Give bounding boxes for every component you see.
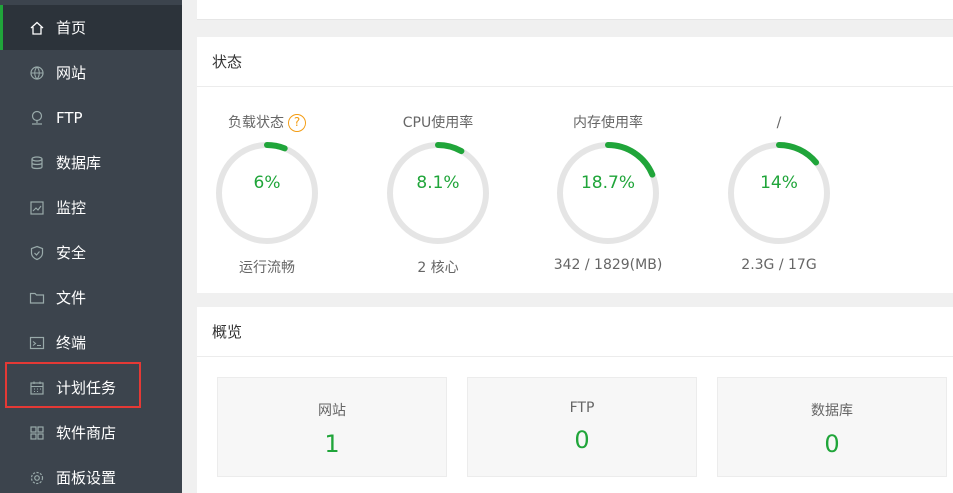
gauge-label: CPU使用率 (402, 115, 474, 131)
gauge-ring (387, 142, 489, 244)
overview-count[interactable]: 0 (718, 430, 946, 458)
highlight-annotation-box (5, 362, 141, 408)
sidebar-item-panel-settings[interactable]: 面板设置 (0, 455, 182, 493)
top-info-bar (197, 0, 953, 20)
sidebar: 首页 网站 FTP 数据库 监控 安全 文件 终端 计划任务 软件商店 面板设置 (0, 0, 182, 493)
overview-box-website[interactable]: 网站 1 (217, 377, 447, 477)
overview-box-database[interactable]: 数据库 0 (717, 377, 947, 477)
overview-label: FTP (569, 400, 595, 416)
overview-label: 数据库 (811, 403, 853, 419)
help-icon[interactable]: ? (288, 114, 306, 132)
gauge-ring (216, 142, 318, 244)
overview-card: 概览 网站 1 FTP 0 数据库 0 (197, 307, 953, 493)
database-icon (28, 154, 46, 172)
gauge-memory[interactable]: 内存使用率 18.7% 342 / 1829(MB) (538, 113, 678, 273)
gauge-disk[interactable]: / 14% 2.3G / 17G (709, 113, 849, 273)
home-icon (28, 19, 46, 37)
gauge-ring (728, 142, 830, 244)
sidebar-item-label: 首页 (56, 19, 87, 37)
sidebar-item-website[interactable]: 网站 (0, 50, 182, 95)
overview-count[interactable]: 0 (468, 426, 696, 454)
gauge-label: / (776, 115, 782, 131)
sidebar-item-label: 网站 (56, 64, 87, 82)
gauge-label: 负载状态 (228, 115, 284, 131)
terminal-icon (28, 334, 46, 352)
gauge-ring (557, 142, 659, 244)
apps-grid-icon (28, 424, 46, 442)
gauge-subtext: 2 核心 (417, 260, 459, 276)
sidebar-item-label: 数据库 (56, 154, 102, 172)
sidebar-item-files[interactable]: 文件 (0, 275, 182, 320)
gauge-value: 18.7% (580, 173, 635, 193)
gauge-load[interactable]: 负载状态? 6% 运行流畅 (197, 113, 337, 277)
main-content: 状态 负载状态? 6% 运行流畅 CPU使用率 8.1% 2 核心 内存使用率 … (182, 0, 953, 493)
status-card: 状态 负载状态? 6% 运行流畅 CPU使用率 8.1% 2 核心 内存使用率 … (197, 37, 953, 293)
overview-box-ftp[interactable]: FTP 0 (467, 377, 697, 477)
gauge-value: 8.1% (416, 173, 460, 193)
shield-icon (28, 244, 46, 262)
gauge-subtext: 342 / 1829(MB) (553, 257, 663, 273)
sidebar-item-label: FTP (56, 108, 83, 127)
globe-icon (28, 64, 46, 82)
sidebar-item-label: 软件商店 (56, 424, 117, 442)
sidebar-item-label: 面板设置 (56, 469, 117, 487)
gauge-subtext: 运行流畅 (239, 260, 295, 276)
ftp-icon (28, 109, 46, 127)
gauge-cpu[interactable]: CPU使用率 8.1% 2 核心 (368, 113, 508, 277)
gear-icon (28, 469, 46, 487)
sidebar-item-label: 文件 (56, 289, 87, 307)
overview-label: 网站 (318, 403, 346, 419)
gauge-value: 6% (253, 173, 281, 193)
sidebar-item-ftp[interactable]: FTP (0, 95, 182, 140)
overview-card-title: 概览 (197, 307, 953, 357)
sidebar-item-label: 安全 (56, 244, 87, 262)
sidebar-item-label: 监控 (56, 199, 87, 217)
sidebar-item-label: 终端 (56, 334, 87, 352)
sidebar-item-security[interactable]: 安全 (0, 230, 182, 275)
status-card-title: 状态 (197, 37, 953, 87)
gauge-value: 14% (760, 173, 798, 193)
sidebar-item-home[interactable]: 首页 (0, 5, 182, 50)
sidebar-item-database[interactable]: 数据库 (0, 140, 182, 185)
sidebar-item-terminal[interactable]: 终端 (0, 320, 182, 365)
monitor-chart-icon (28, 199, 46, 217)
gauge-label: 内存使用率 (573, 115, 643, 131)
folder-icon (28, 289, 46, 307)
sidebar-item-app-store[interactable]: 软件商店 (0, 410, 182, 455)
overview-count[interactable]: 1 (218, 430, 446, 458)
sidebar-item-monitor[interactable]: 监控 (0, 185, 182, 230)
gauge-subtext: 2.3G / 17G (741, 257, 817, 273)
